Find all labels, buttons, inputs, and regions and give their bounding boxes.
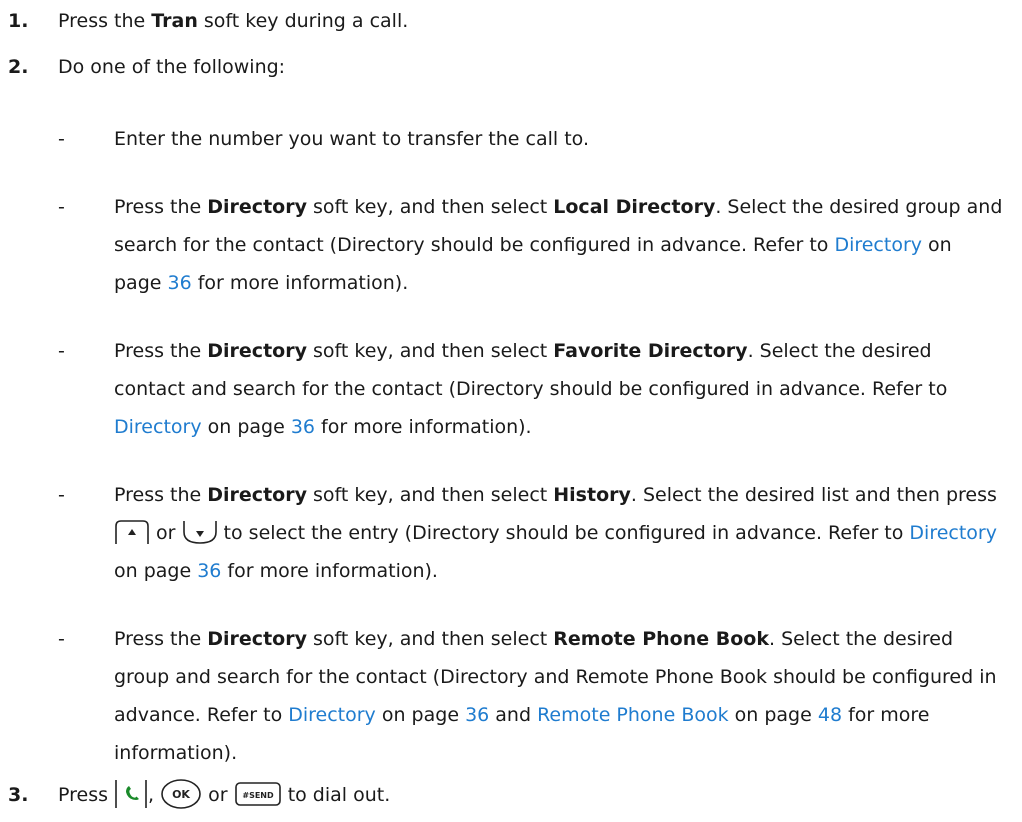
page-link[interactable]: 36 [197, 560, 221, 582]
step-text: Press , OK or #SEND to dial out. [58, 776, 390, 814]
dash-bullet: - [58, 340, 65, 362]
sub-item-text: Press the Directory soft key, and then s… [114, 484, 997, 582]
sub-item-text: Press the Directory soft key, and then s… [114, 340, 948, 438]
ok-key-icon: OK [161, 778, 201, 809]
directory-link[interactable]: Directory [288, 704, 376, 726]
dash-bullet: - [58, 128, 65, 150]
page-link[interactable]: 36 [465, 704, 489, 726]
page-link[interactable]: 36 [291, 416, 315, 438]
directory-link[interactable]: Directory [114, 416, 202, 438]
tran-key-label: Tran [151, 10, 198, 32]
step-number: 3. [8, 784, 29, 806]
directory-link[interactable]: Directory [909, 522, 997, 544]
page-link[interactable]: 36 [168, 272, 192, 294]
svg-text:OK: OK [172, 788, 190, 801]
dash-bullet: - [58, 196, 65, 218]
send-key-icon: #SEND [234, 781, 281, 806]
page-link-2[interactable]: 48 [818, 704, 842, 726]
sub-item-text: Enter the number you want to transfer th… [114, 128, 589, 150]
document-page: 1. Press the Tran soft key during a call… [0, 0, 1022, 822]
sub-item-text: Press the Directory soft key, and then s… [114, 628, 997, 764]
directory-link[interactable]: Directory [834, 234, 922, 256]
step-number: 1. [8, 10, 29, 32]
step-text: Press the Tran soft key during a call. [58, 10, 409, 32]
up-key-icon [115, 519, 149, 544]
step-text: Do one of the following: [58, 56, 286, 78]
svg-text:#SEND: #SEND [242, 791, 274, 800]
remote-phone-book-link[interactable]: Remote Phone Book [537, 704, 729, 726]
step-number: 2. [8, 56, 29, 78]
dash-bullet: - [58, 484, 65, 506]
down-key-icon [182, 520, 217, 544]
dash-bullet: - [58, 628, 65, 650]
sub-item-text: Press the Directory soft key, and then s… [114, 196, 1003, 294]
call-key-icon [115, 779, 147, 808]
